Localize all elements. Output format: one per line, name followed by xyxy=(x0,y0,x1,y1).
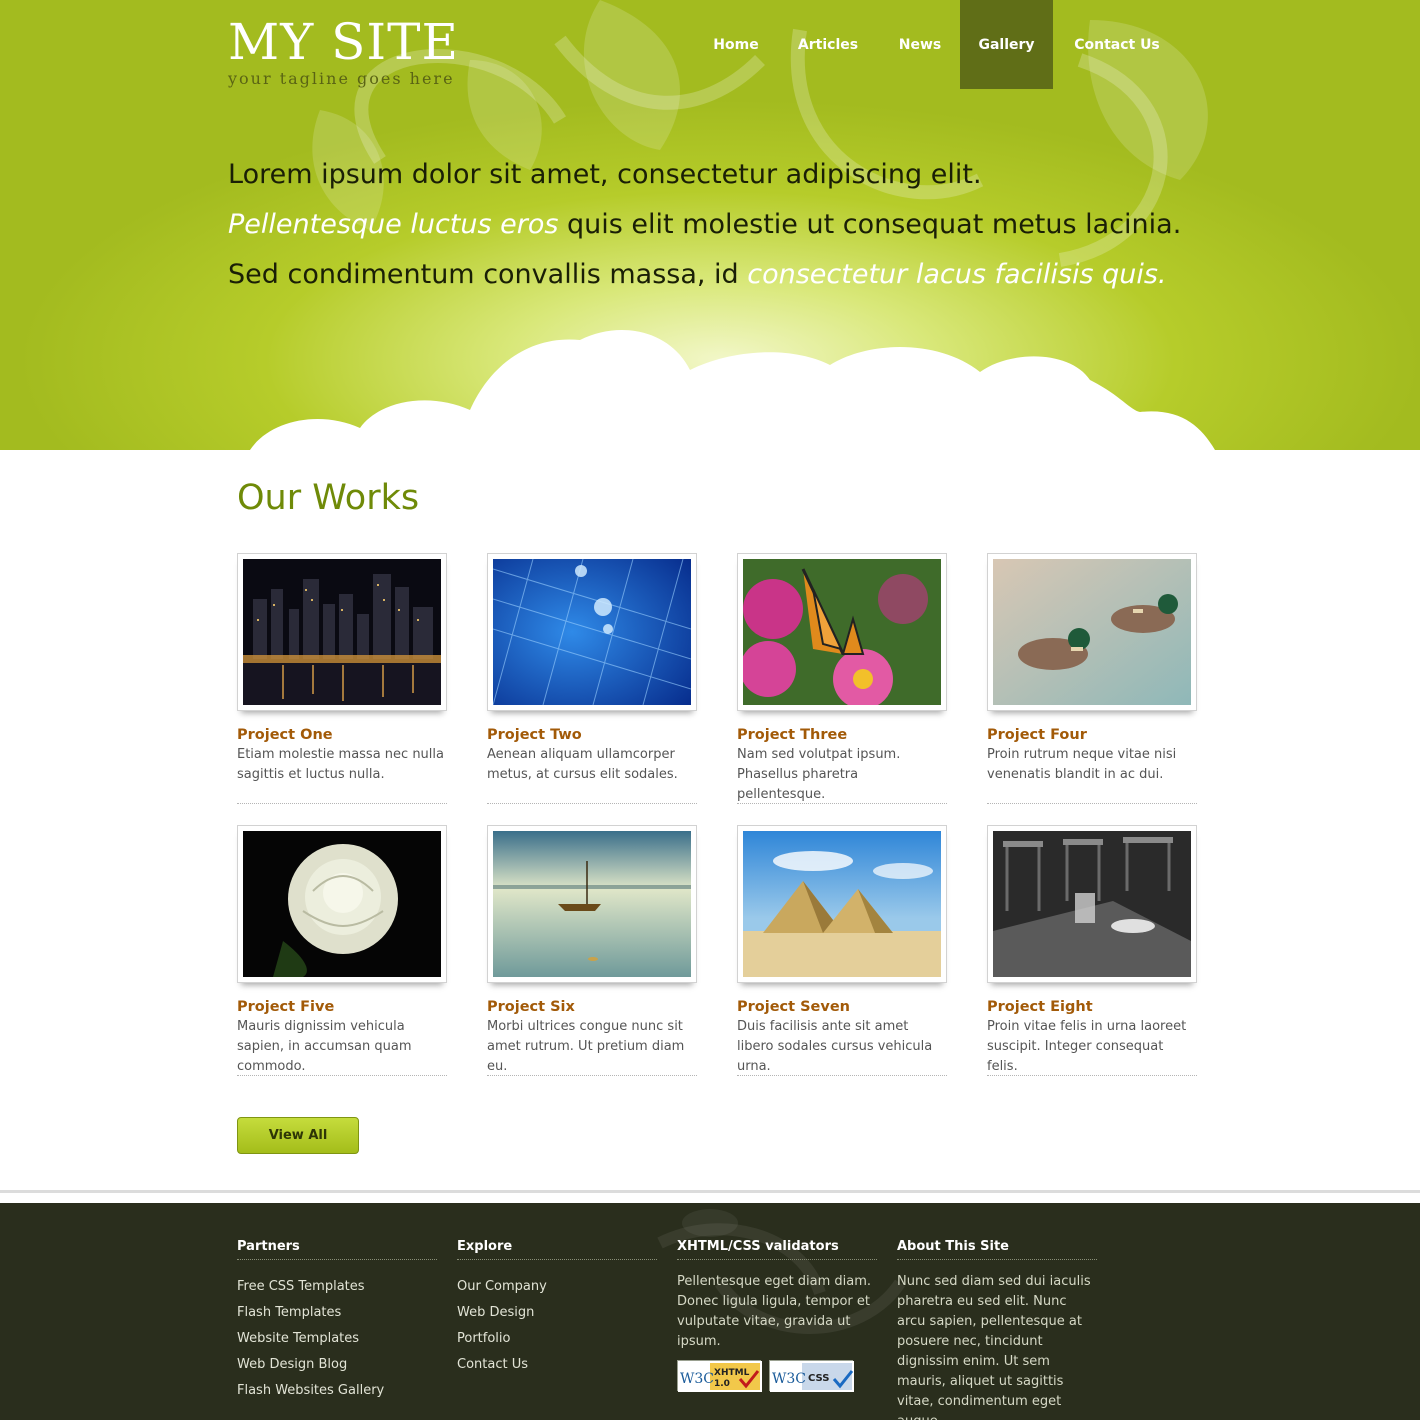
city-night-image xyxy=(243,559,441,705)
site-logo[interactable]: MY SITE your tagline goes here xyxy=(228,14,459,88)
footer-link[interactable]: Portfolio xyxy=(457,1326,657,1352)
xhtml-badge-icon: W3C XHTML 1.0 xyxy=(678,1361,762,1392)
footer-partners: Partners Free CSS Templates Flash Templa… xyxy=(237,1239,437,1404)
project-card[interactable]: Project Five Mauris dignissim vehicula s… xyxy=(237,825,447,1076)
nav-home[interactable]: Home xyxy=(696,0,776,89)
footer-top-border xyxy=(0,1190,1420,1193)
project-title[interactable]: Project Two xyxy=(487,725,697,745)
nav-contact-us[interactable]: Contact Us xyxy=(1053,0,1181,89)
footer-partners-title: Partners xyxy=(237,1239,437,1260)
project-thumbnail[interactable] xyxy=(487,825,697,983)
project-description: Proin vitae felis in urna laoreet suscip… xyxy=(987,1019,1187,1074)
nav-news-label: News xyxy=(898,36,942,53)
main-nav: Home Articles News Gallery Contact Us xyxy=(696,0,1181,89)
nav-home-label: Home xyxy=(713,36,759,53)
nav-news[interactable]: News xyxy=(880,0,960,89)
xhtml-valid-badge[interactable]: W3C XHTML 1.0 xyxy=(677,1360,762,1392)
project-card[interactable]: Project Four Proin rutrum neque vitae ni… xyxy=(987,553,1197,804)
butterfly-image xyxy=(743,559,941,705)
footer-validators-title: XHTML/CSS validators xyxy=(677,1239,877,1260)
nav-gallery-label: Gallery xyxy=(978,36,1035,53)
project-description: Nam sed volutpat ipsum. Phasellus pharet… xyxy=(737,747,901,802)
project-card[interactable]: Project Seven Duis facilisis ante sit am… xyxy=(737,825,947,1076)
divider xyxy=(987,1075,1197,1076)
project-thumbnail[interactable] xyxy=(737,553,947,711)
footer-link[interactable]: Our Company xyxy=(457,1274,657,1300)
intro-emphasis-1: Pellentesque luctus eros xyxy=(228,209,559,240)
view-all-button[interactable]: View All xyxy=(237,1117,359,1154)
intro-emphasis-2: consectetur lacus facilisis quis. xyxy=(747,259,1167,290)
project-card[interactable]: Project Six Morbi ultrices congue nunc s… xyxy=(487,825,697,1076)
project-description: Etiam molestie massa nec nulla sagittis … xyxy=(237,747,444,782)
nav-articles-label: Articles xyxy=(797,36,859,53)
project-description: Proin rutrum neque vitae nisi venenatis … xyxy=(987,747,1177,782)
project-thumbnail[interactable] xyxy=(987,553,1197,711)
footer-link[interactable]: Contact Us xyxy=(457,1352,657,1378)
project-title[interactable]: Project Three xyxy=(737,725,947,745)
footer-link[interactable]: Web Design Blog xyxy=(237,1352,437,1378)
nav-contact-us-label: Contact Us xyxy=(1074,36,1160,53)
divider xyxy=(487,803,697,804)
footer: Partners Free CSS Templates Flash Templa… xyxy=(0,1203,1420,1420)
footer-about: About This Site Nunc sed diam sed dui ia… xyxy=(897,1239,1097,1420)
project-description: Mauris dignissim vehicula sapien, in acc… xyxy=(237,1019,412,1074)
divider xyxy=(237,803,447,804)
footer-explore-title: Explore xyxy=(457,1239,657,1260)
footer-link[interactable]: Free CSS Templates xyxy=(237,1274,437,1300)
divider xyxy=(487,1075,697,1076)
css-badge-icon: W3C CSS xyxy=(770,1361,854,1392)
project-title[interactable]: Project Four xyxy=(987,725,1197,745)
project-title[interactable]: Project Eight xyxy=(987,997,1197,1017)
project-description: Aenean aliquam ullamcorper metus, at cur… xyxy=(487,747,678,782)
xhtml-badge-version: 1.0 xyxy=(714,1379,730,1389)
project-card[interactable]: Project Two Aenean aliquam ullamcorper m… xyxy=(487,553,697,804)
css-badge-logo: W3C xyxy=(772,1371,806,1387)
footer-link[interactable]: Website Templates xyxy=(237,1326,437,1352)
logo-title: MY SITE xyxy=(228,13,459,71)
footer-link[interactable]: Flash Templates xyxy=(237,1300,437,1326)
footer-about-title: About This Site xyxy=(897,1239,1097,1260)
project-title[interactable]: Project Five xyxy=(237,997,447,1017)
project-description: Duis facilisis ante sit amet libero soda… xyxy=(737,1019,933,1074)
footer-explore: Explore Our Company Web Design Portfolio… xyxy=(457,1239,657,1378)
xhtml-badge-logo: W3C xyxy=(680,1371,714,1387)
intro-text: Lorem ipsum dolor sit amet, consectetur … xyxy=(228,150,1188,300)
nav-gallery[interactable]: Gallery xyxy=(960,0,1053,89)
project-card[interactable]: Project Eight Proin vitae felis in urna … xyxy=(987,825,1197,1076)
cloud-shape xyxy=(250,330,1215,450)
table-image xyxy=(993,831,1191,977)
css-badge-label: CSS xyxy=(808,1373,829,1384)
project-thumbnail[interactable] xyxy=(237,825,447,983)
ducks-image xyxy=(993,559,1191,705)
boat-image xyxy=(493,831,691,977)
rose-image xyxy=(243,831,441,977)
project-thumbnail[interactable] xyxy=(237,553,447,711)
water-net-image xyxy=(493,559,691,705)
project-card[interactable]: Project One Etiam molestie massa nec nul… xyxy=(237,553,447,804)
footer-link[interactable]: Flash Websites Gallery xyxy=(237,1378,437,1404)
footer-validators: XHTML/CSS validators Pellentesque eget d… xyxy=(677,1239,877,1392)
logo-tagline: your tagline goes here xyxy=(228,69,455,88)
project-thumbnail[interactable] xyxy=(737,825,947,983)
project-title[interactable]: Project Seven xyxy=(737,997,947,1017)
divider xyxy=(987,803,1197,804)
project-card[interactable]: Project Three Nam sed volutpat ipsum. Ph… xyxy=(737,553,947,804)
project-description: Morbi ultrices congue nunc sit amet rutr… xyxy=(487,1019,685,1074)
header: MY SITE your tagline goes here Home Arti… xyxy=(0,0,1420,450)
project-thumbnail[interactable] xyxy=(487,553,697,711)
intro-part1: Lorem ipsum dolor sit amet, consectetur … xyxy=(228,159,982,190)
footer-about-text: Nunc sed diam sed dui iaculis pharetra e… xyxy=(897,1274,1091,1420)
validator-badges: W3C XHTML 1.0 W3C CSS xyxy=(677,1360,877,1392)
xhtml-badge-label: XHTML xyxy=(714,1368,750,1378)
works-title: Our Works xyxy=(237,478,420,518)
footer-validators-text: Pellentesque eget diam diam. Donec ligul… xyxy=(677,1274,872,1349)
project-title[interactable]: Project One xyxy=(237,725,447,745)
footer-link[interactable]: Web Design xyxy=(457,1300,657,1326)
css-valid-badge[interactable]: W3C CSS xyxy=(769,1360,854,1392)
pyramids-image xyxy=(743,831,941,977)
project-title[interactable]: Project Six xyxy=(487,997,697,1017)
project-thumbnail[interactable] xyxy=(987,825,1197,983)
nav-articles[interactable]: Articles xyxy=(776,0,880,89)
